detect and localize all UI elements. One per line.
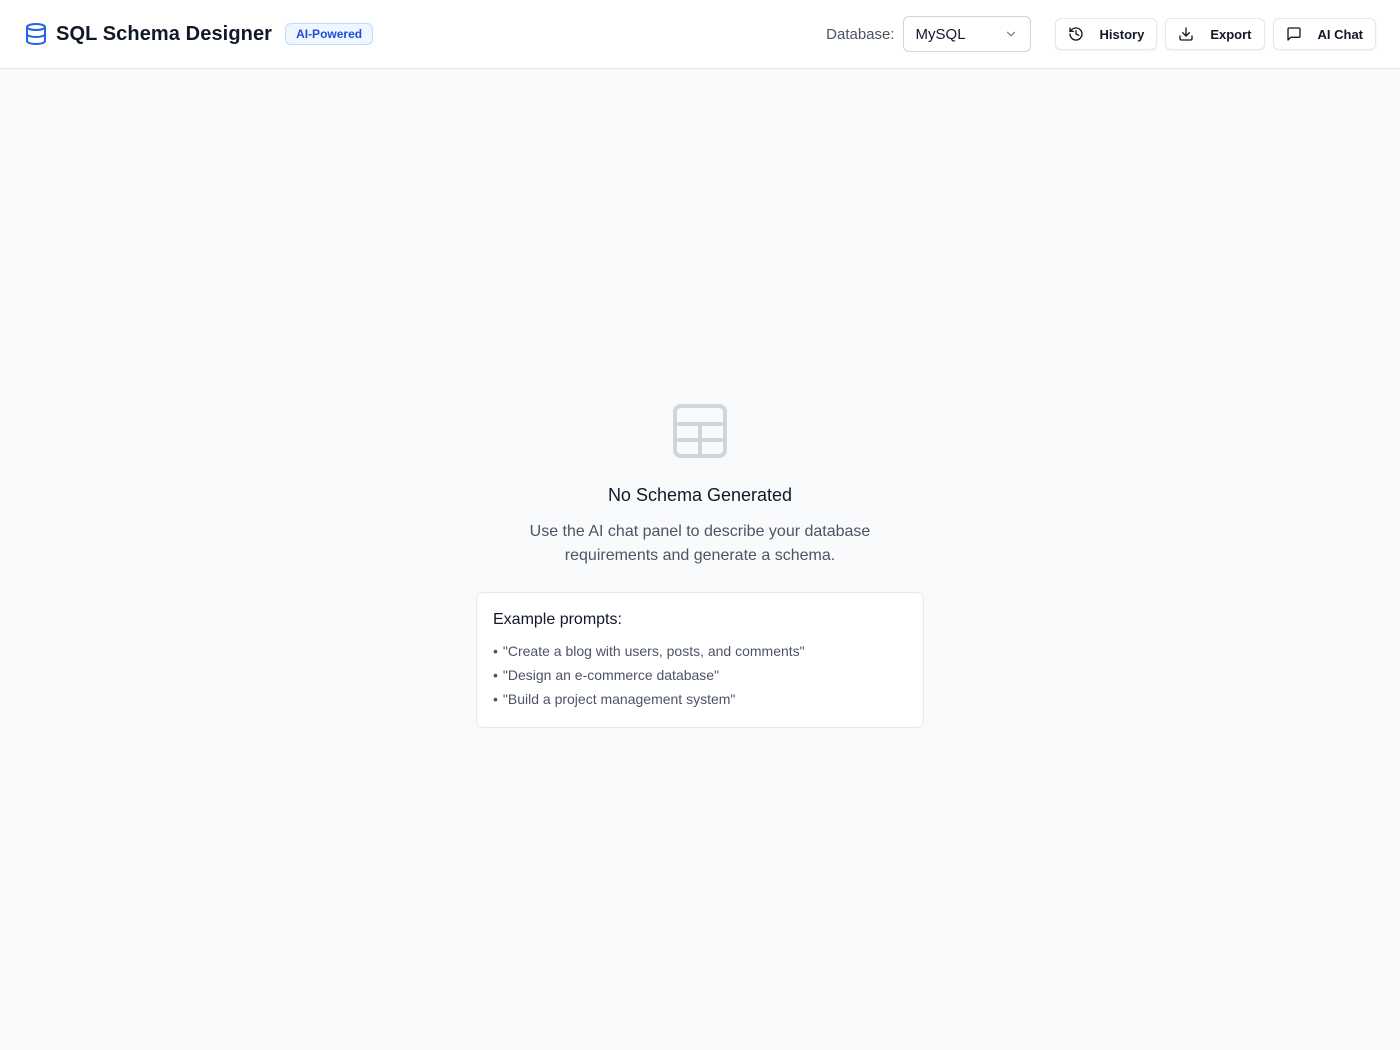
chat-icon [1286,26,1302,42]
example-prompt-text: "Create a blog with users, posts, and co… [502,643,805,659]
app-header: SQL Schema Designer AI-Powered Database:… [0,0,1400,69]
empty-state: No Schema Generated Use the AI chat pane… [0,69,1400,1050]
export-button-label: Export [1210,26,1252,42]
history-button[interactable]: History [1054,18,1158,50]
ai-chat-button-label: AI Chat [1317,26,1364,42]
example-prompt[interactable]: • "Design an e-commerce database" [493,663,907,687]
empty-state-description: Use the AI chat panel to describe your d… [529,523,871,564]
database-select[interactable]: MySQL [902,16,1031,52]
brand: SQL Schema Designer AI-Powered [24,22,374,46]
chevron-down-icon [1004,27,1018,41]
example-prompt-text: "Design an e-commerce database" [502,667,720,683]
export-button[interactable]: Export [1165,18,1265,50]
history-button-label: History [1099,26,1145,42]
header-actions: Database: MySQL History Export AI Chat [826,16,1376,52]
database-icon [24,22,48,46]
example-prompt[interactable]: • "Build a project management system" [493,687,907,711]
ai-chat-button[interactable]: AI Chat [1272,18,1376,50]
history-icon [1068,26,1084,42]
example-prompts-title: Example prompts: [493,611,622,628]
empty-state-title: No Schema Generated [607,485,793,505]
example-prompts-card: Example prompts: • "Create a blog with us… [476,592,924,728]
download-icon [1178,26,1194,42]
example-prompt[interactable]: • "Create a blog with users, posts, and c… [493,639,907,663]
table-icon [672,403,728,459]
example-prompt-text: "Build a project management system" [502,691,736,707]
database-select-value: MySQL [915,25,966,43]
ai-powered-badge: AI-Powered [285,23,374,45]
database-label: Database: [826,25,895,43]
schema-canvas[interactable]: No Schema Generated Use the AI chat pane… [0,69,1400,1050]
app-title: SQL Schema Designer [56,22,273,45]
